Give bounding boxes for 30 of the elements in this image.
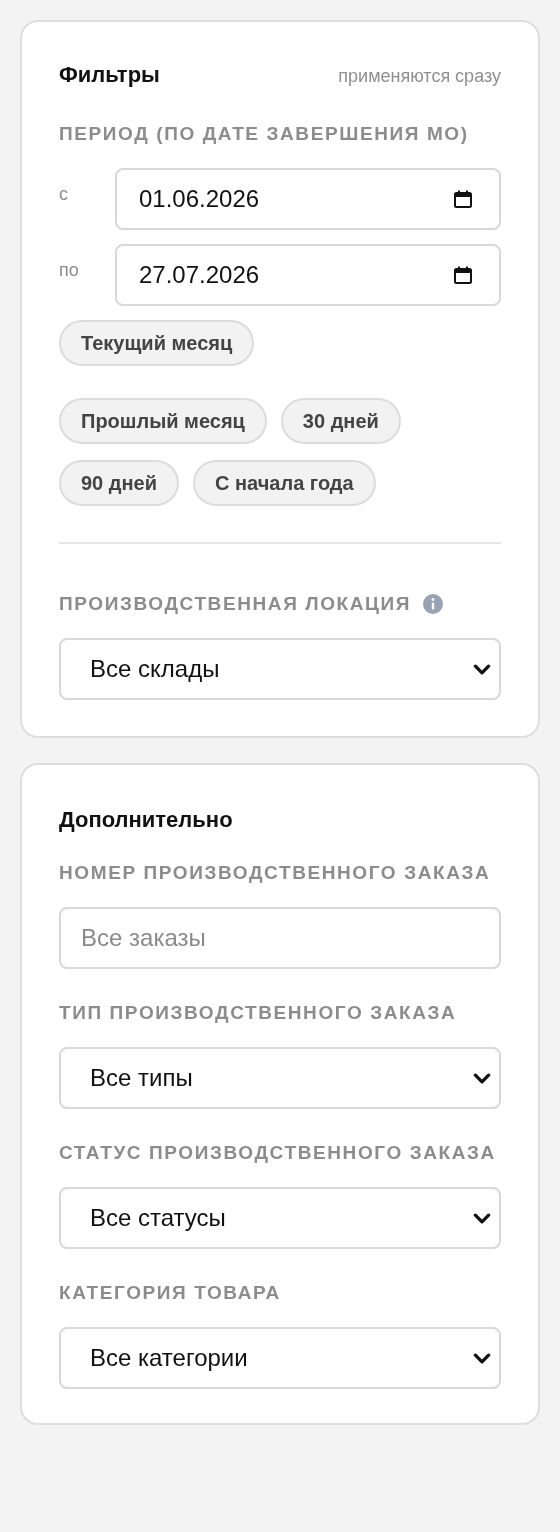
field-label: СТАТУС ПРОИЗВОДСТВЕННОГО ЗАКАЗА bbox=[59, 1141, 497, 1165]
hint-text: применяются сразу bbox=[338, 66, 501, 87]
card-title: Дополнительно bbox=[59, 807, 234, 833]
field-label: ПЕРИОД (ПО ДАТЕ ЗАВЕРШЕНИЯ МО) bbox=[59, 122, 470, 146]
date-label: с bbox=[59, 183, 69, 205]
preset-chip[interactable]: 90 дней bbox=[59, 460, 179, 506]
select-field[interactable]: Все типы bbox=[59, 1047, 501, 1109]
info-icon[interactable] bbox=[423, 594, 444, 614]
preset-chip[interactable]: Текущий месяц bbox=[59, 320, 255, 366]
date-label: по bbox=[59, 259, 80, 281]
field-label: ТИП ПРОИЗВОДСТВЕННОГО ЗАКАЗА bbox=[59, 1001, 458, 1025]
chevron-down-icon bbox=[473, 1072, 491, 1084]
order-number-field[interactable]: Все заказы bbox=[59, 907, 501, 969]
select-field[interactable]: Все статусы bbox=[59, 1187, 501, 1249]
calendar-icon bbox=[453, 189, 473, 209]
card-title: Фильтры bbox=[59, 62, 160, 88]
select-field[interactable]: Все категории bbox=[59, 1327, 501, 1389]
chevron-down-icon bbox=[473, 663, 491, 675]
field-label: КАТЕГОРИЯ ТОВАРА bbox=[59, 1281, 282, 1305]
field-label: ПРОИЗВОДСТВЕННАЯ ЛОКАЦИЯ bbox=[59, 592, 412, 616]
preset-chip[interactable]: С начала года bbox=[193, 460, 376, 506]
chevron-down-icon bbox=[473, 1352, 491, 1364]
calendar-icon bbox=[453, 265, 473, 285]
field-label: НОМЕР ПРОИЗВОДСТВЕННОГО ЗАКАЗА bbox=[59, 861, 492, 885]
date-field[interactable]: 27.07.2026 bbox=[115, 244, 501, 306]
chevron-down-icon bbox=[473, 1212, 491, 1224]
location-select[interactable]: Все склады bbox=[59, 638, 501, 700]
preset-chip[interactable]: Прошлый месяц bbox=[59, 398, 267, 444]
date-field[interactable]: 01.06.2026 bbox=[115, 168, 501, 230]
preset-chip[interactable]: 30 дней bbox=[280, 398, 401, 444]
